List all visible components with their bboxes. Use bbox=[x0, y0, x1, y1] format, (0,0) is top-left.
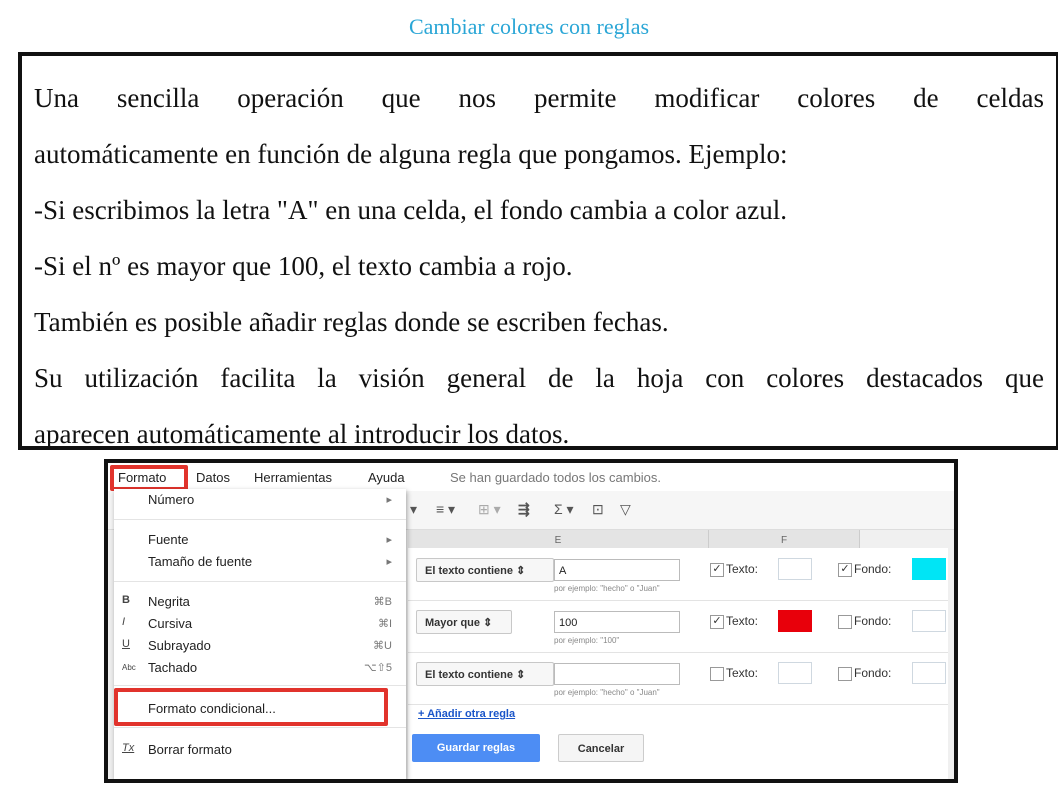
menu-item-numero[interactable]: Número ▸ bbox=[114, 489, 406, 511]
menu-item-negrita[interactable]: B Negrita ⌘B bbox=[114, 591, 406, 613]
save-rules-button[interactable]: Guardar reglas bbox=[412, 734, 540, 762]
texto-label: Texto: bbox=[726, 666, 759, 680]
description-box: Una sencilla operación que nos permite m… bbox=[18, 52, 1058, 450]
column-header-f[interactable]: F bbox=[709, 530, 860, 548]
formato-highlight bbox=[110, 465, 188, 491]
fondo-color-swatch[interactable] bbox=[912, 558, 946, 580]
formato-dropdown-menu: Número ▸ Fuente ▸ Tamaño de fuente ▸ B Negr… bbox=[114, 489, 406, 779]
chevron-right-icon: ▸ bbox=[386, 494, 392, 506]
menu-divider bbox=[114, 581, 406, 582]
texto-color-swatch[interactable] bbox=[778, 558, 812, 580]
texto-label: Texto: bbox=[726, 562, 759, 576]
menu-bar: Formato Datos Herramientas Ayuda Se han … bbox=[108, 463, 954, 491]
rule-value-input[interactable]: A bbox=[554, 559, 680, 581]
chevron-down-icon[interactable]: ▾ bbox=[410, 501, 417, 518]
menu-herramientas[interactable]: Herramientas bbox=[254, 470, 332, 485]
text-line-4: -Si el nº es mayor que 100, el texto cam… bbox=[34, 251, 573, 281]
menu-divider bbox=[114, 727, 406, 728]
rule-row: El texto contiene ⇕ por ejemplo: "hecho"… bbox=[408, 652, 948, 705]
chevron-right-icon: ▸ bbox=[386, 534, 392, 546]
clear-format-icon: Tx bbox=[122, 742, 135, 754]
add-rule-link[interactable]: + Añadir otra regla bbox=[418, 708, 515, 720]
formato-condicional-highlight bbox=[114, 688, 388, 726]
merge-cells-icon[interactable]: ⊞ ▾ bbox=[478, 501, 501, 518]
menu-ayuda[interactable]: Ayuda bbox=[368, 470, 405, 485]
align-left-icon[interactable]: ≡ ▾ bbox=[436, 501, 455, 518]
cancel-button[interactable]: Cancelar bbox=[558, 734, 644, 762]
italic-icon: I bbox=[122, 616, 126, 628]
fondo-checkbox[interactable]: ✓ bbox=[838, 563, 852, 577]
slide-title: Cambiar colores con reglas bbox=[408, 14, 650, 39]
chevron-updown-icon: ⇕ bbox=[516, 669, 526, 681]
menu-item-tamano-fuente[interactable]: Tamaño de fuente ▸ bbox=[114, 551, 406, 573]
menu-divider bbox=[114, 685, 406, 686]
spreadsheet-screenshot: Formato Datos Herramientas Ayuda Se han … bbox=[104, 459, 958, 783]
menu-item-subrayado[interactable]: U Subrayado ⌘U bbox=[114, 635, 406, 657]
column-header-e[interactable]: E bbox=[408, 530, 709, 548]
text-line-2: automáticamente en función de alguna reg… bbox=[34, 139, 788, 169]
chevron-updown-icon: ⇕ bbox=[483, 617, 493, 629]
fondo-checkbox[interactable] bbox=[838, 615, 852, 629]
sum-icon[interactable]: Σ ▾ bbox=[554, 501, 574, 518]
filter-icon[interactable]: ▽ bbox=[620, 501, 631, 518]
text-line-1: Una sencilla operación que nos permite m… bbox=[34, 83, 1044, 113]
text-line-7: aparecen automáticamente al introducir l… bbox=[34, 419, 570, 449]
conditional-format-panel: El texto contiene ⇕ A por ejemplo: "hech… bbox=[408, 548, 948, 779]
texto-color-swatch[interactable] bbox=[778, 610, 812, 632]
rule-row: Mayor que ⇕ 100 por ejemplo: "100" ✓ Tex… bbox=[408, 600, 948, 653]
rule-hint: por ejemplo: "hecho" o "Juan" bbox=[554, 584, 660, 593]
fondo-label: Fondo: bbox=[854, 614, 892, 628]
menu-item-borrar-formato[interactable]: Tx Borrar formato bbox=[114, 739, 406, 761]
text-line-6: Su utilización facilita la visión genera… bbox=[34, 363, 1044, 393]
text-line-3: -Si escribimos la letra "A" en una celda… bbox=[34, 195, 788, 225]
chart-icon[interactable]: ⊡ bbox=[592, 501, 604, 518]
rule-value-input[interactable] bbox=[554, 663, 680, 685]
condition-select[interactable]: El texto contiene ⇕ bbox=[416, 558, 554, 582]
texto-checkbox[interactable] bbox=[710, 667, 724, 681]
fondo-checkbox[interactable] bbox=[838, 667, 852, 681]
chevron-updown-icon: ⇕ bbox=[516, 565, 526, 577]
text-line-5: También es posible añadir reglas donde s… bbox=[34, 307, 669, 337]
fondo-color-swatch[interactable] bbox=[912, 610, 946, 632]
fondo-color-swatch[interactable] bbox=[912, 662, 946, 684]
menu-divider bbox=[114, 519, 406, 520]
rule-value-input[interactable]: 100 bbox=[554, 611, 680, 633]
underline-icon: U bbox=[122, 638, 130, 650]
rule-hint: por ejemplo: "100" bbox=[554, 636, 620, 645]
texto-checkbox[interactable]: ✓ bbox=[710, 563, 724, 577]
condition-select[interactable]: El texto contiene ⇕ bbox=[416, 662, 554, 686]
menu-item-cursiva[interactable]: I Cursiva ⌘I bbox=[114, 613, 406, 635]
rule-hint: por ejemplo: "hecho" o "Juan" bbox=[554, 688, 660, 697]
condition-select[interactable]: Mayor que ⇕ bbox=[416, 610, 512, 634]
menu-item-tachado[interactable]: Abc Tachado ⌥⇧5 bbox=[114, 657, 406, 679]
strikethrough-icon: Abc bbox=[122, 663, 136, 672]
menu-item-fuente[interactable]: Fuente ▸ bbox=[114, 529, 406, 551]
wrap-text-icon[interactable]: ⇶ bbox=[518, 501, 530, 518]
fondo-label: Fondo: bbox=[854, 562, 892, 576]
texto-color-swatch[interactable] bbox=[778, 662, 812, 684]
rule-row: El texto contiene ⇕ A por ejemplo: "hech… bbox=[408, 548, 948, 601]
save-status: Se han guardado todos los cambios. bbox=[450, 470, 662, 485]
bold-icon: B bbox=[122, 594, 130, 606]
texto-label: Texto: bbox=[726, 614, 759, 628]
fondo-label: Fondo: bbox=[854, 666, 892, 680]
chevron-right-icon: ▸ bbox=[386, 556, 392, 568]
texto-checkbox[interactable]: ✓ bbox=[710, 615, 724, 629]
menu-datos[interactable]: Datos bbox=[196, 470, 230, 485]
